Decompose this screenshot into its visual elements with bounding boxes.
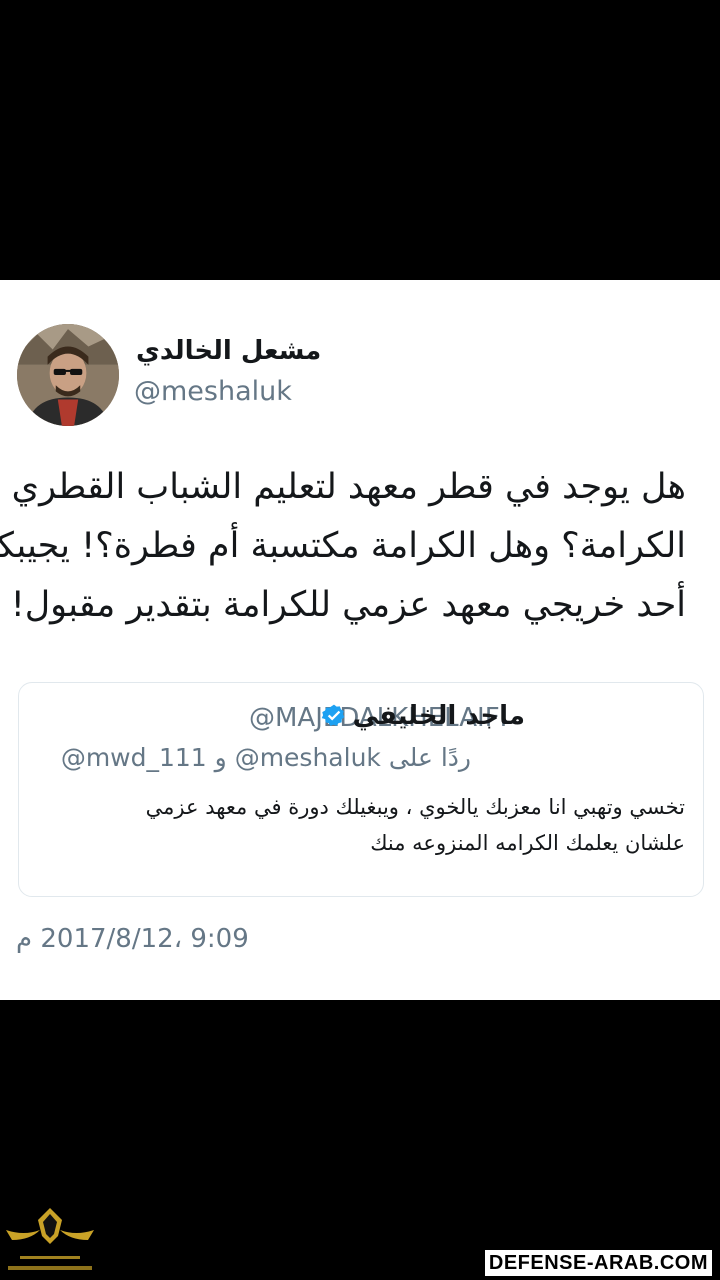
- reply-context: ردًا على @meshaluk و @mwd_111: [51, 743, 471, 772]
- screenshot-frame: مشعل الخالدي @meshaluk هل يوجد في قطر مع…: [0, 0, 720, 1280]
- tweet-text: هل يوجد في قطر معهد لتعليم الشباب القطري…: [0, 458, 686, 635]
- verified-badge-icon: [321, 703, 347, 729]
- tweet-timestamp[interactable]: 9:09 ،2017/8/12 م: [16, 924, 316, 954]
- reply-connector: و: [214, 743, 227, 772]
- quoted-text: تخسي وتهبي انا معزبك يالخوي ، ويبغيلك دو…: [25, 789, 685, 861]
- quoted-text-line: علشان يعلمك الكرامه المنزوعه منك: [370, 831, 685, 855]
- site-logo: [0, 1200, 100, 1280]
- quoted-tweet[interactable]: @MAJEDALKHELAIFI ماجد الخليفي ردًا على @…: [18, 682, 704, 897]
- reply-mention-2[interactable]: @mwd_111: [61, 743, 207, 772]
- avatar-image: [17, 324, 119, 426]
- quoted-header: ماجد الخليفي: [315, 701, 525, 731]
- tweet-text-line: أحد خريجي معهد عزمي للكرامة بتقدير مقبول…: [10, 585, 686, 625]
- user-avatar[interactable]: [17, 324, 119, 426]
- tweet-card: مشعل الخالدي @meshaluk هل يوجد في قطر مع…: [0, 280, 720, 1000]
- watermark: DEFENSE-ARAB.COM: [482, 1248, 714, 1278]
- user-handle[interactable]: @meshaluk: [134, 376, 292, 407]
- reply-prefix: ردًا على: [388, 743, 471, 772]
- quoted-display-name[interactable]: ماجد الخليفي: [353, 701, 525, 731]
- display-name[interactable]: مشعل الخالدي: [136, 336, 336, 366]
- tweet-text-line: هل يوجد في قطر معهد لتعليم الشباب القطري: [11, 467, 686, 507]
- reply-mention-1[interactable]: @meshaluk: [235, 743, 381, 772]
- quoted-text-line: تخسي وتهبي انا معزبك يالخوي ، ويبغيلك دو…: [145, 795, 685, 819]
- tweet-text-line: الكرامة؟ وهل الكرامة مكتسبة أم فطرة؟! يج…: [0, 526, 686, 566]
